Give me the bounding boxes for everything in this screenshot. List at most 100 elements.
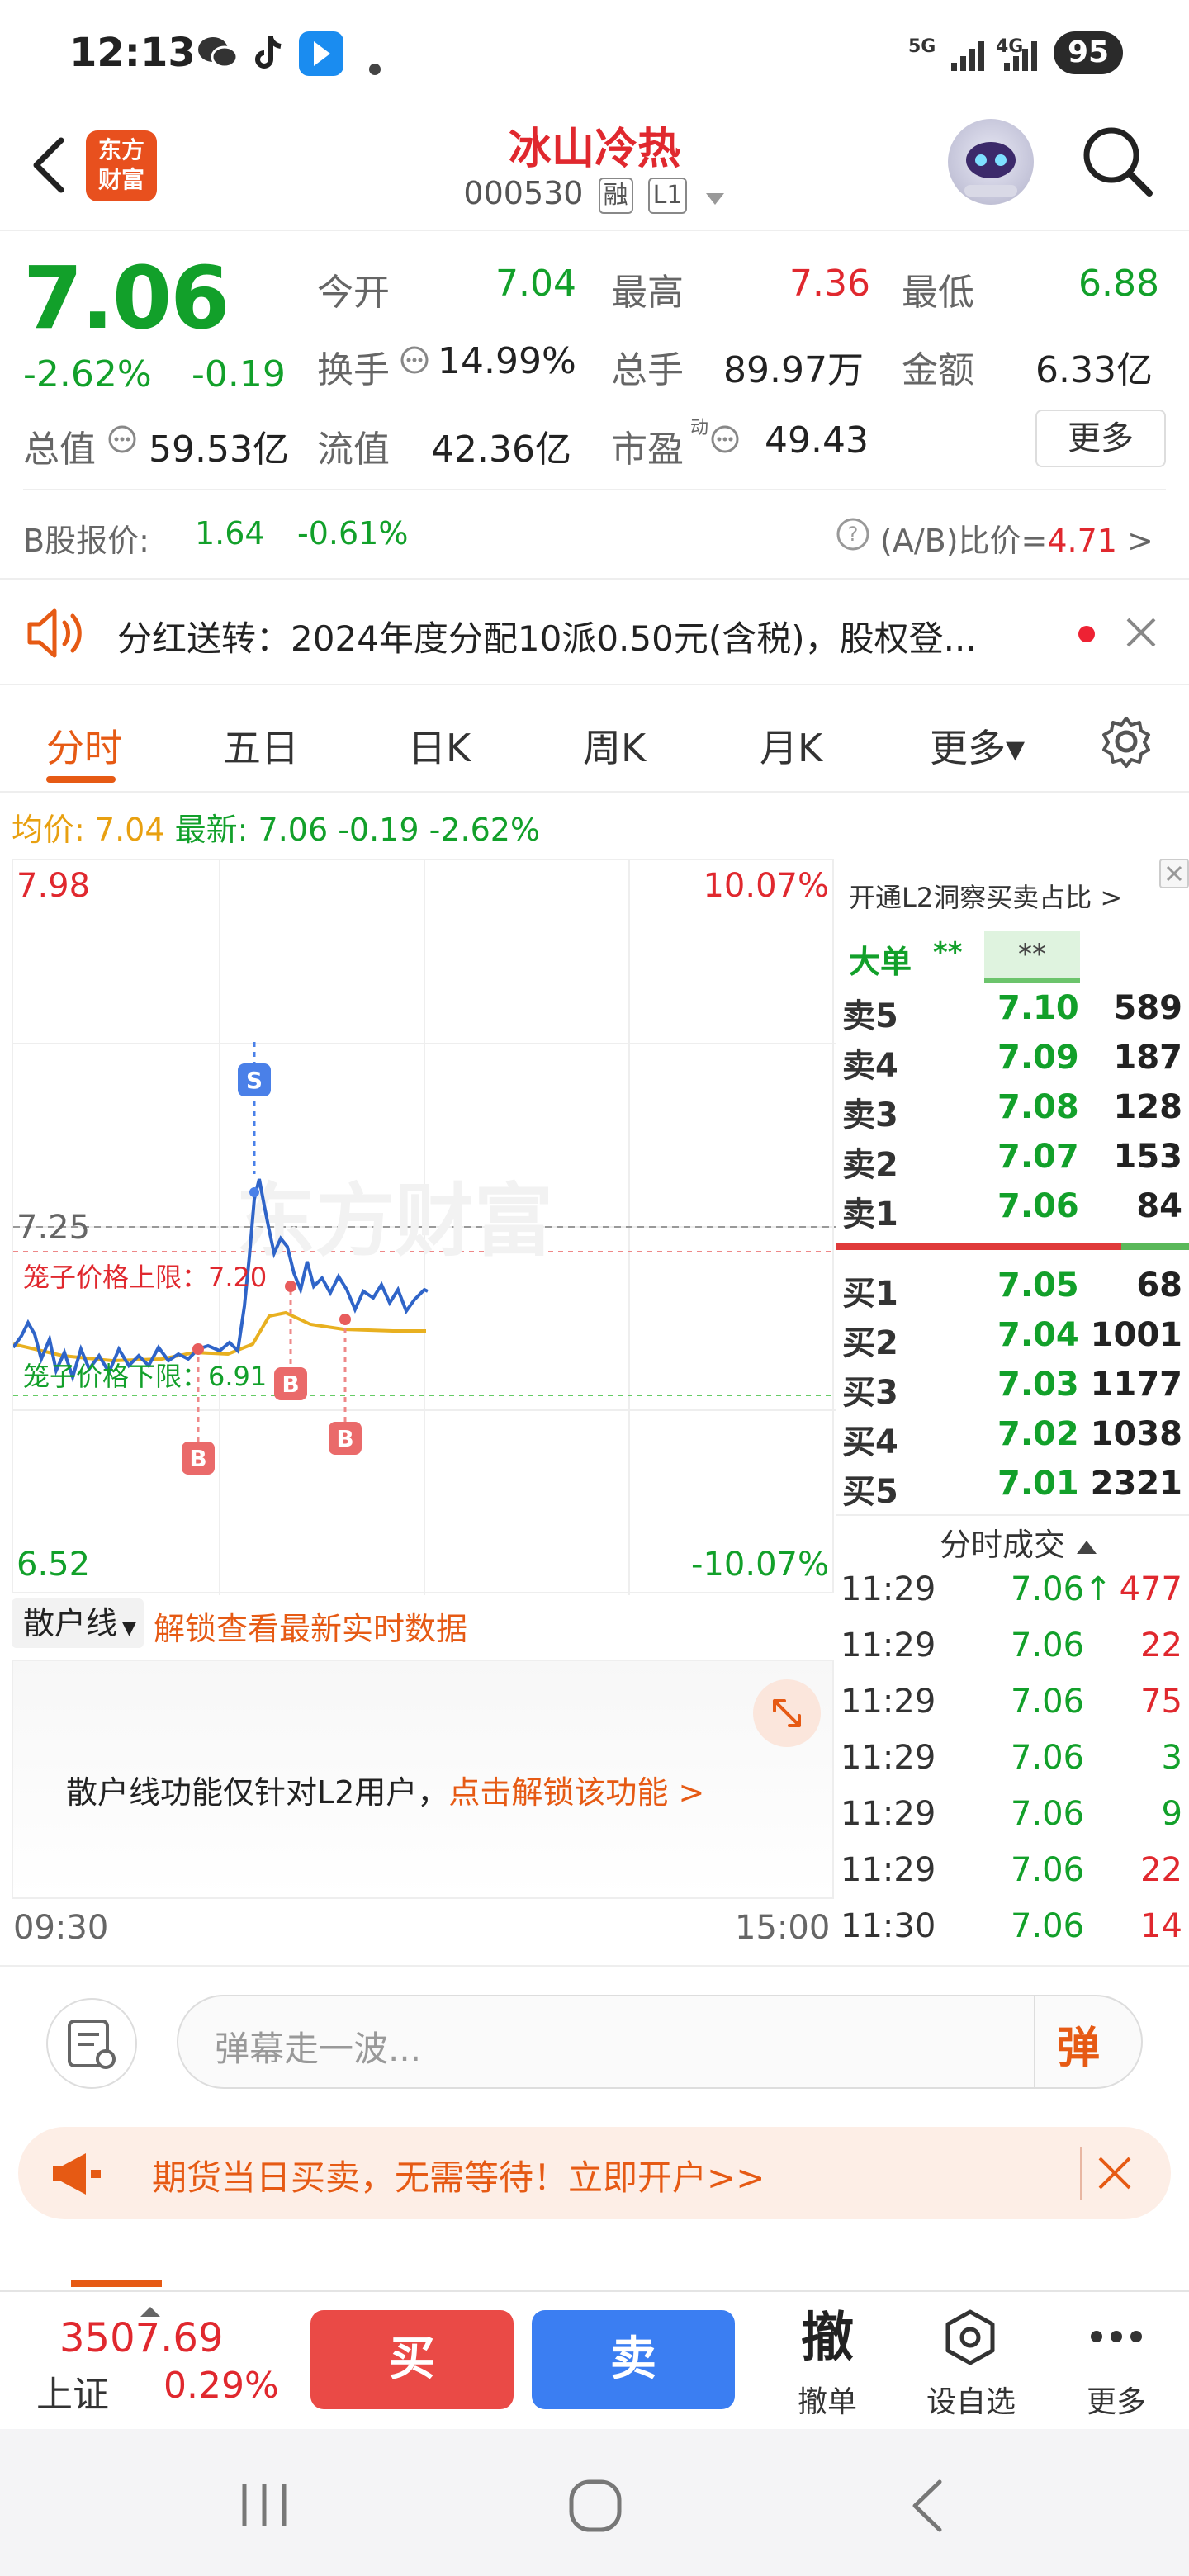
cancel-order-label[interactable]: 撤单 [778, 2378, 877, 2421]
megaphone-icon [50, 2150, 104, 2201]
high-value: 7.36 [789, 263, 870, 305]
trade-price: 7.06 [1011, 1683, 1085, 1721]
bid-row[interactable]: 买1 7.05 68 [836, 1267, 1182, 1316]
tab-monthly-k[interactable]: 月K [760, 718, 822, 773]
bid-row[interactable]: 买2 7.04 1001 [836, 1316, 1182, 1366]
more-quote-button[interactable]: 更多 [1035, 410, 1166, 467]
trade-row: 11:29 7.06 75 [836, 1683, 1182, 1739]
current-price: 7.06 [23, 248, 230, 348]
trade-row: 11:29 7.06 3 [836, 1739, 1182, 1795]
high-label: 最高 [611, 272, 684, 314]
pe-dynamic-mark: 动 [690, 418, 709, 438]
trade-price: 7.06 [1011, 1851, 1085, 1889]
unlock-feature-link[interactable]: 点击解锁该功能 > [448, 1774, 704, 1811]
bid-row[interactable]: 买3 7.03 1177 [836, 1366, 1182, 1415]
l2-notice: 散户线功能仅针对L2用户，点击解锁该功能 > [66, 1774, 705, 1811]
order-book: 开通L2洞察买卖占比 > 大单 ** ** 卖5 7.10 589 卖4 7.09 18… [836, 859, 1189, 1957]
tab-weekly-k[interactable]: 周K [583, 718, 646, 773]
retail-line-select[interactable]: 散户线 ▼ [12, 1598, 144, 1648]
cancel-order-icon[interactable]: 撤 [778, 2295, 877, 2371]
open-label: 今开 [317, 272, 390, 314]
help-icon[interactable]: ? [836, 517, 870, 555]
buy-button[interactable]: 买 [310, 2310, 514, 2409]
big-order-ratio: ** [984, 931, 1080, 978]
buy-marker[interactable]: B [274, 1371, 307, 1398]
dividend-announcement[interactable]: 分红送转：2024年度分配10派0.50元(含税)，股权登... [0, 578, 1189, 685]
close-icon[interactable] [1125, 616, 1158, 652]
turnover-value: 14.99% [438, 340, 576, 382]
stock-code-row[interactable]: 000530 融 L1 [347, 175, 842, 214]
ask-row[interactable]: 卖1 7.06 84 [836, 1187, 1182, 1237]
trade-row: 11:30 7.06 14 [836, 1907, 1182, 1963]
avg-latest-row: 均价: 7.04 最新: 7.06 -0.19 -2.62% [12, 812, 541, 848]
ask-row[interactable]: 卖3 7.08 128 [836, 1088, 1182, 1138]
announcement-text: 分红送转：2024年度分配10派0.50元(含税)，股权登... [117, 618, 977, 659]
trade-vol: 22 [1140, 1627, 1182, 1664]
danmu-input[interactable]: 弹幕走一波... 弹 [177, 1995, 1143, 2089]
ab-ratio[interactable]: (A/B)比价=4.71 > [880, 515, 1153, 561]
divider [1034, 1996, 1035, 2087]
recent-apps-icon[interactable] [238, 2480, 291, 2533]
amount-value: 6.33亿 [1035, 349, 1153, 391]
back-nav-icon[interactable] [908, 2479, 946, 2536]
status-bar: 12:13 5G 4G 95 [0, 0, 1189, 107]
divider [1080, 2147, 1082, 2200]
sell-button[interactable]: 卖 [532, 2310, 735, 2409]
l2-insight-link[interactable]: 开通L2洞察买卖占比 > [849, 877, 1122, 915]
more-label[interactable]: 更多 [1067, 2378, 1166, 2421]
add-watchlist-icon[interactable] [941, 2308, 999, 2370]
info-icon[interactable] [107, 424, 137, 457]
intraday-chart[interactable]: 东方财富 S B B B 7.98 10.07% 7.25 笼子价格上限：7.2… [12, 859, 836, 1595]
trade-vol: 477 [1119, 1570, 1182, 1608]
ask-row[interactable]: 卖2 7.07 153 [836, 1138, 1182, 1187]
trade-time: 11:29 [841, 1683, 936, 1721]
ratio-bar [984, 978, 1080, 983]
more-dots-icon[interactable] [1090, 2328, 1143, 2348]
buy-marker[interactable]: B [329, 1425, 362, 1452]
pe-value: 49.43 [765, 419, 869, 462]
add-watchlist-label[interactable]: 设自选 [921, 2378, 1021, 2421]
tab-intraday[interactable]: 分时 [46, 718, 122, 773]
unlock-realtime-link[interactable]: 解锁查看最新实时数据 [154, 1603, 467, 1649]
bid-row[interactable]: 买4 7.02 1038 [836, 1415, 1182, 1465]
time-axis-end: 15:00 [735, 1909, 831, 1947]
back-icon[interactable] [25, 132, 74, 198]
home-icon[interactable] [568, 2479, 623, 2536]
index-value[interactable]: 3507.69 [59, 2315, 224, 2361]
trade-vol: 14 [1140, 1907, 1182, 1945]
trade-price: 7.06 [1011, 1907, 1085, 1945]
bid-row[interactable]: 买5 7.01 2321 [836, 1465, 1182, 1514]
tab-more[interactable]: 更多▾ [930, 718, 1025, 773]
ask-row[interactable]: 卖5 7.10 589 [836, 989, 1182, 1039]
assistant-avatar[interactable] [948, 119, 1034, 205]
danmu-row: 弹幕走一波... 弹 [0, 1965, 1189, 2105]
volume-label: 总手 [611, 349, 684, 391]
float-cap-label: 流值 [317, 429, 390, 471]
search-icon[interactable] [1080, 124, 1154, 198]
futures-text: 期货当日买卖，无需等待！立即开户>> [152, 2157, 765, 2198]
sell-marker[interactable]: S [238, 1067, 271, 1094]
stock-name: 冰山冷热 [508, 125, 680, 174]
index-name: 上证 [36, 2374, 109, 2416]
close-icon[interactable] [1097, 2155, 1133, 2195]
tab-five-day[interactable]: 五日 [223, 718, 299, 773]
index-pct: 0.29% [163, 2365, 279, 2407]
buy-marker[interactable]: B [182, 1445, 215, 1472]
expand-icon[interactable] [753, 1679, 821, 1747]
bshare-price: 1.64 [195, 515, 265, 552]
chart-tabs: 分时 五日 日K 周K 月K 更多▾ [0, 702, 1189, 793]
close-icon[interactable] [1159, 859, 1189, 888]
ask-row[interactable]: 卖4 7.09 187 [836, 1039, 1182, 1088]
tab-daily-k[interactable]: 日K [408, 718, 471, 773]
gear-icon[interactable] [1098, 713, 1154, 773]
info-icon[interactable] [710, 424, 740, 457]
danmu-send-button[interactable]: 弹 [1057, 2013, 1100, 2075]
network-5g: 5G [908, 36, 936, 57]
info-icon[interactable] [400, 345, 429, 378]
divider [836, 1514, 1189, 1516]
trades-title[interactable]: 分时成交 [940, 1519, 1098, 1565]
market-cap-value: 59.53亿 [149, 429, 289, 471]
futures-banner[interactable]: 期货当日买卖，无需等待！立即开户>> [18, 2127, 1171, 2219]
danmu-list-icon[interactable] [46, 1998, 137, 2089]
trade-price: 7.06 [1011, 1739, 1085, 1777]
